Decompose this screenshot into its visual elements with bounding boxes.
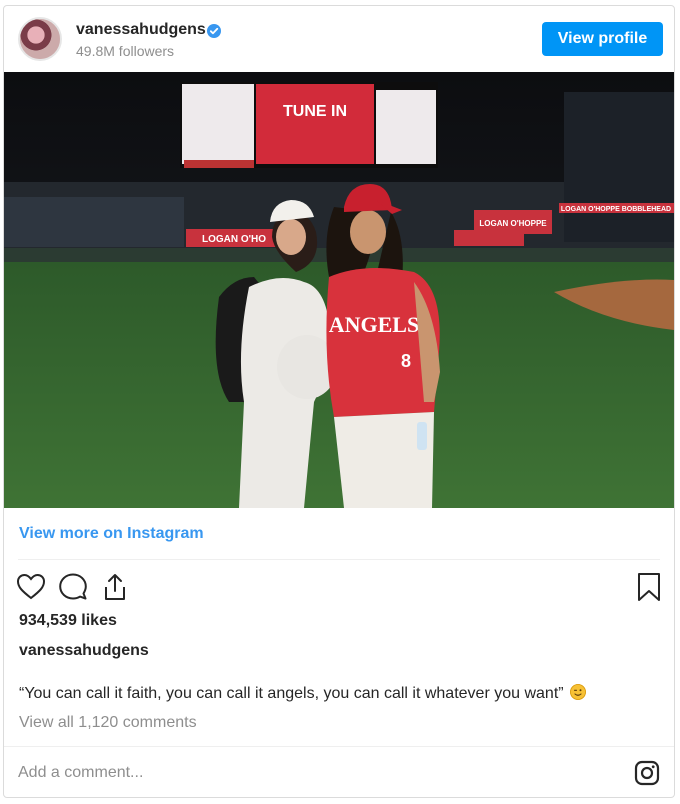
banner-far-right-text: LOGAN O'HOPPE BOBBLEHEAD (561, 206, 671, 213)
verified-badge-icon (207, 24, 221, 38)
banner-left-text: LOGAN O'HO (202, 234, 266, 245)
stadium-photo: TUNE IN LOGAN O'HO LOGAN O'HOPPE LOGAN O… (4, 72, 674, 508)
view-profile-button[interactable]: View profile (542, 22, 663, 56)
jersey-text: ANGELS (329, 312, 419, 337)
bookmark-icon[interactable] (634, 572, 664, 602)
follower-count: 49.8M followers (76, 43, 175, 59)
instagram-embed-card: vanessahudgens 49.8M followers View prof… (3, 5, 675, 798)
add-comment-input[interactable] (18, 761, 578, 785)
instagram-icon[interactable] (634, 760, 660, 786)
view-all-comments-link[interactable]: View all 1,120 comments (19, 714, 197, 732)
divider (18, 559, 660, 560)
banner-right-text: LOGAN O'HOPPE (479, 219, 547, 228)
post-header: vanessahudgens 49.8M followers View prof… (4, 6, 674, 72)
comment-icon[interactable] (58, 572, 88, 602)
share-icon[interactable] (100, 572, 130, 602)
username[interactable]: vanessahudgens (76, 21, 206, 39)
caption-text: “You can call it faith, you can call it … (19, 684, 586, 703)
heart-icon[interactable] (16, 572, 46, 602)
post-photo[interactable]: TUNE IN LOGAN O'HO LOGAN O'HOPPE LOGAN O… (4, 72, 674, 508)
action-bar (4, 566, 674, 606)
scoreboard-text: TUNE IN (283, 103, 347, 120)
jersey-number: 8 (401, 351, 411, 371)
like-count[interactable]: 934,539 likes (19, 612, 117, 630)
caption-body: “You can call it faith, you can call it … (19, 685, 564, 702)
caption-username[interactable]: vanessahudgens (19, 642, 149, 660)
view-more-link[interactable]: View more on Instagram (19, 525, 204, 543)
winking-face-icon (569, 684, 586, 700)
avatar[interactable] (18, 17, 62, 61)
add-comment-row (4, 746, 674, 797)
